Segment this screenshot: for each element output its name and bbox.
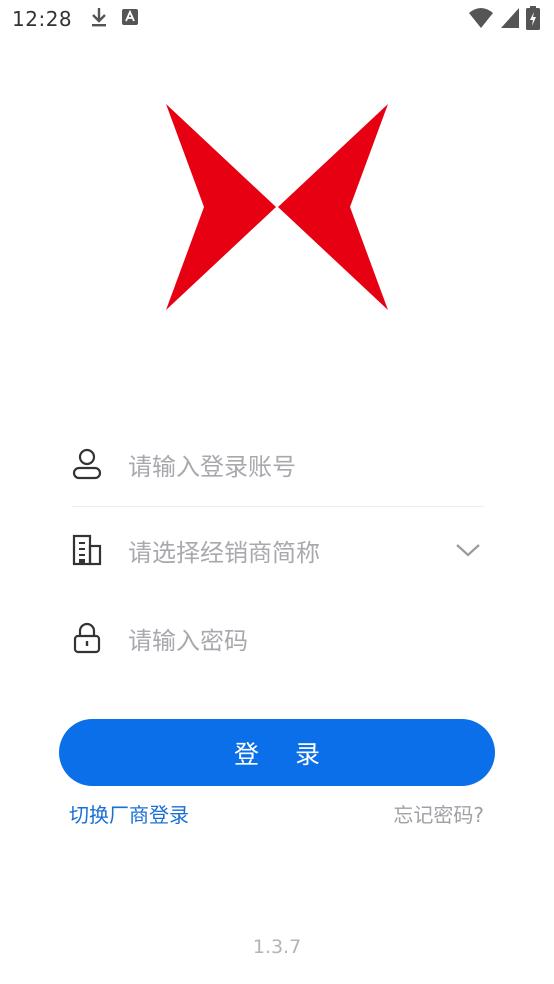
status-notification-icons: [90, 6, 139, 32]
status-system-icons: [468, 6, 540, 34]
battery-charging-icon: [526, 6, 540, 34]
status-bar: 12:28: [0, 0, 554, 38]
a-badge-icon: [122, 9, 139, 29]
password-field[interactable]: 请输入密码: [72, 608, 484, 668]
lock-icon: [72, 622, 102, 654]
dealer-select[interactable]: 请选择经销商简称: [72, 520, 484, 580]
signal-icon: [500, 7, 520, 33]
login-button[interactable]: 登 录: [59, 719, 495, 786]
password-input[interactable]: 请输入密码: [128, 621, 484, 656]
chevron-down-icon[interactable]: [454, 540, 482, 560]
account-divider: [72, 506, 484, 507]
dealer-select-value[interactable]: 请选择经销商简称: [128, 533, 454, 568]
switch-manufacturer-login-link[interactable]: 切换厂商登录: [69, 799, 189, 828]
building-icon: [72, 534, 102, 566]
red-x-bowtie-logo: [166, 104, 388, 310]
status-time: 12:28: [12, 7, 73, 31]
login-screen: 12:28 请输入登录账号 请选择经销商简称 请输入密码 登 录 切换厂商登录 …: [0, 0, 554, 984]
account-field[interactable]: 请输入登录账号: [72, 434, 484, 494]
forgot-password-link[interactable]: 忘记密码?: [393, 799, 484, 828]
account-input[interactable]: 请输入登录账号: [128, 447, 484, 482]
user-icon: [72, 448, 102, 480]
download-icon: [90, 6, 108, 32]
wifi-icon: [468, 7, 494, 33]
app-version: 1.3.7: [252, 936, 302, 958]
